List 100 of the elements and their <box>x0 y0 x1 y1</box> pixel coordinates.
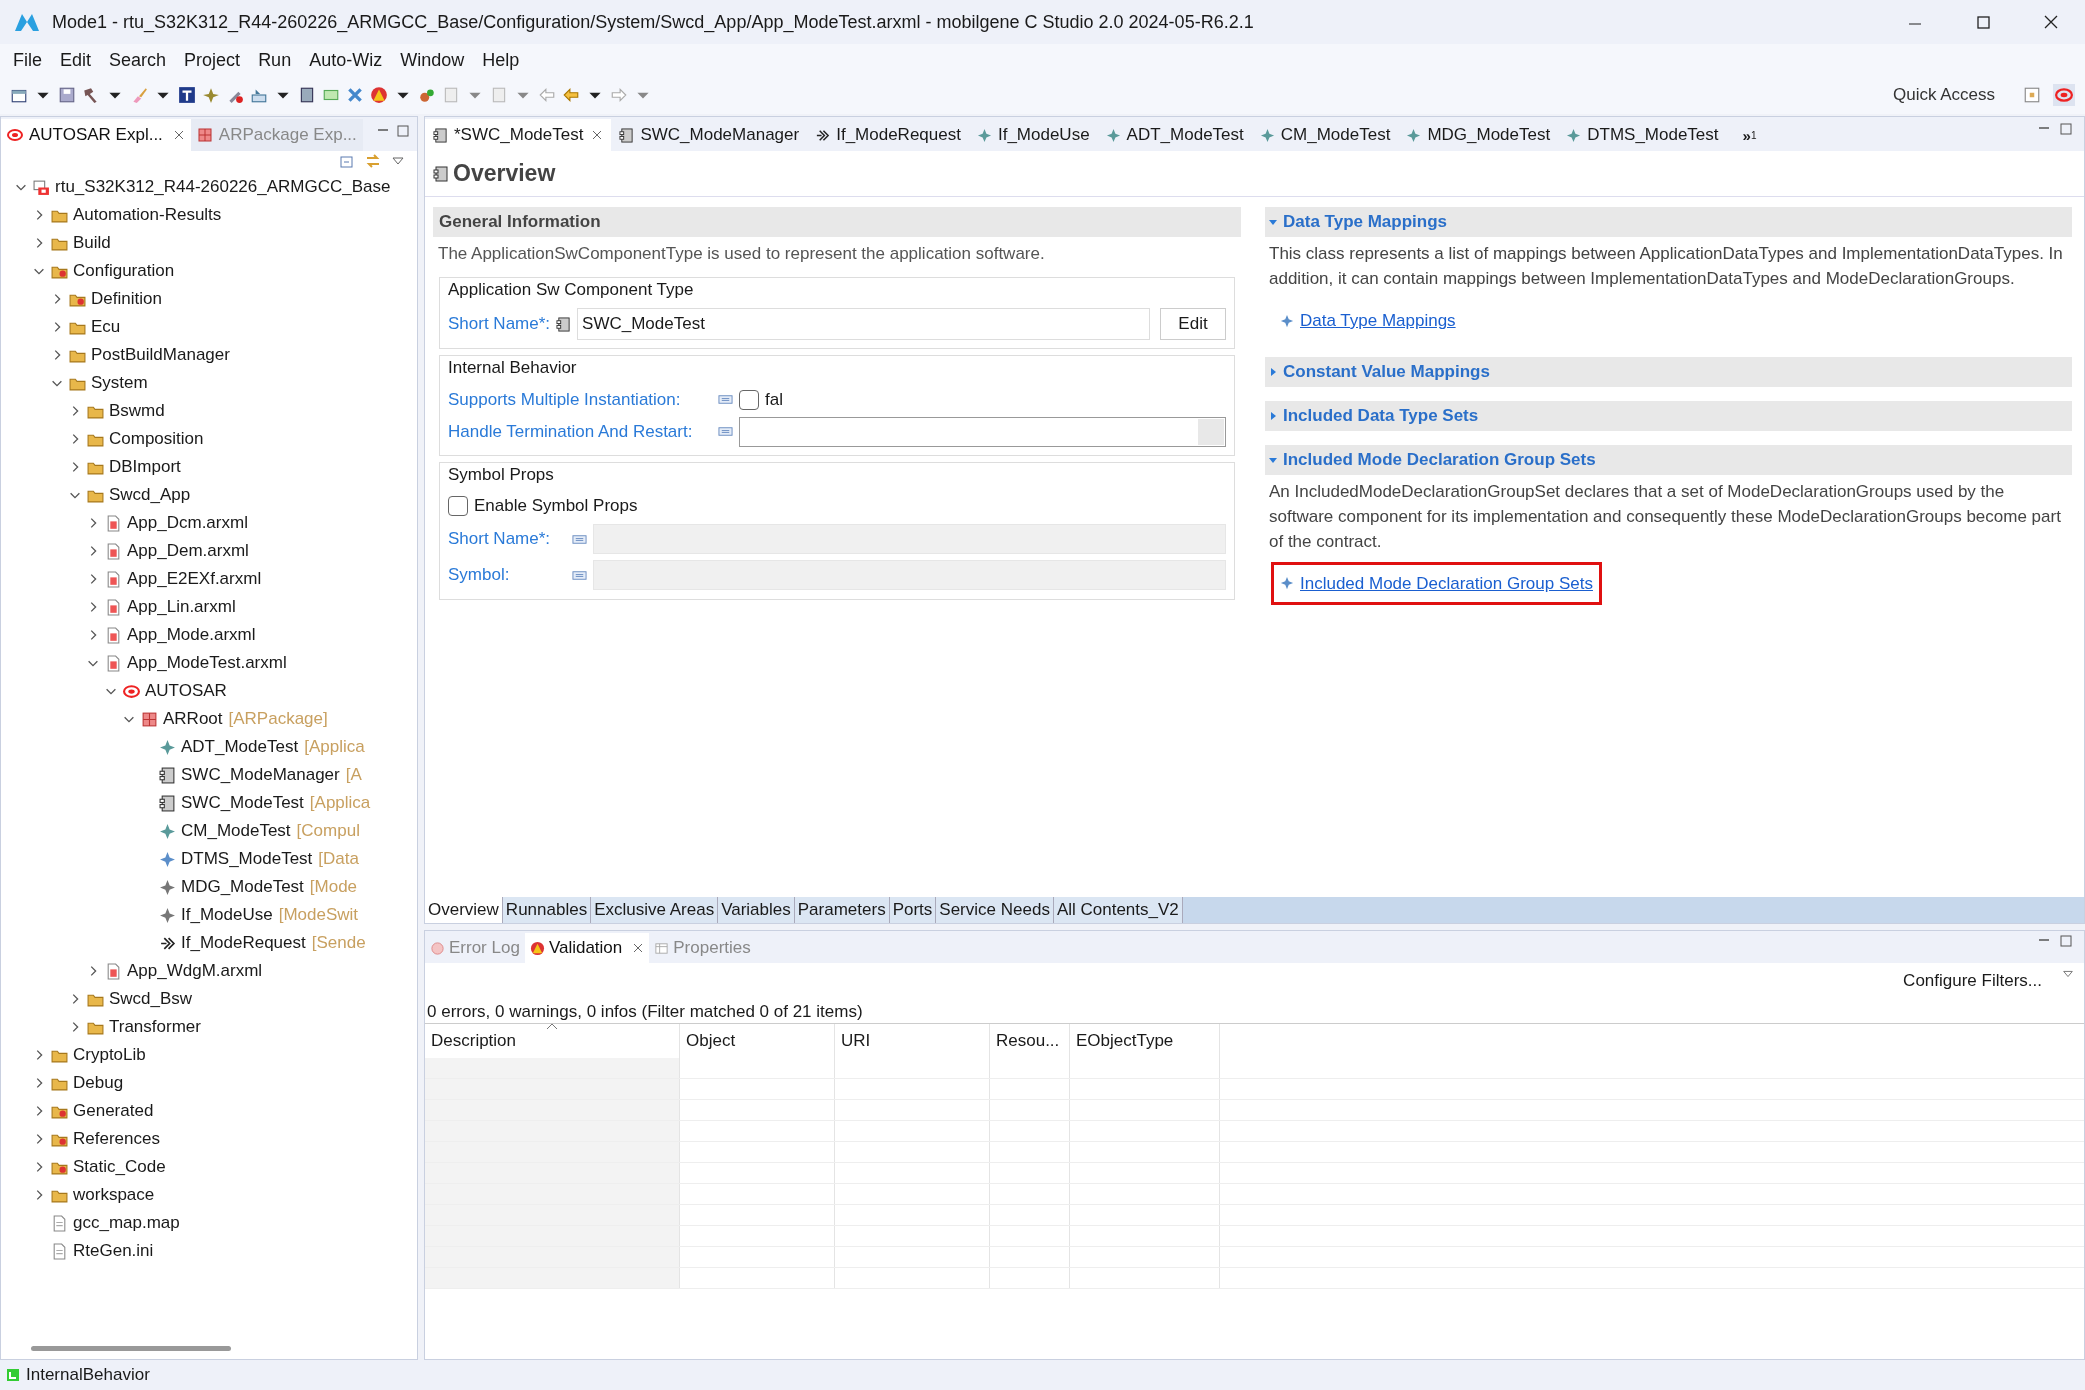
menu-item[interactable]: Auto-Wiz <box>302 44 390 76</box>
tree-item[interactable]: References <box>73 1126 160 1152</box>
group-title: Application Sw Component Type <box>448 278 695 301</box>
error-icon <box>430 940 445 956</box>
diamond-icon <box>159 822 176 840</box>
dropdown-field[interactable] <box>739 416 1226 447</box>
maximize-icon[interactable] <box>2060 935 2072 947</box>
tree-item[interactable]: SWC_ModeTest <box>181 790 304 816</box>
page-tab[interactable]: Variables <box>718 897 795 923</box>
more-tabs-button[interactable]: » <box>1742 128 1751 143</box>
short-name-field[interactable]: SWC_ModeTest <box>577 308 1150 340</box>
tree-item[interactable]: gcc_map.map <box>73 1210 180 1236</box>
menu-item[interactable]: Edit <box>53 44 99 76</box>
tree-item[interactable]: Ecu <box>91 314 121 340</box>
menu-item[interactable]: Project <box>177 44 248 76</box>
gears-icon[interactable] <box>418 86 436 104</box>
page-tab[interactable]: Runnables <box>502 897 592 923</box>
tree-item[interactable]: Swcd_App <box>109 482 191 508</box>
link[interactable]: Data Type Mappings <box>1300 308 1456 334</box>
tree-item[interactable]: App_Mode.arxml <box>127 622 256 648</box>
tree-item[interactable]: RteGen.ini <box>73 1238 154 1264</box>
tree-item[interactable]: Composition <box>109 426 204 452</box>
expand-icon[interactable] <box>1269 411 1277 420</box>
page-tab[interactable]: Exclusive Areas <box>591 897 719 923</box>
tree-item[interactable]: Build <box>73 230 111 256</box>
tree-item[interactable]: App_Dem.arxml <box>127 538 249 564</box>
checkbox[interactable] <box>739 389 759 410</box>
panel-tab[interactable]: Validation <box>524 933 650 963</box>
alert-icon[interactable] <box>370 86 388 104</box>
tree-item[interactable]: CryptoLib <box>73 1042 146 1068</box>
expand-icon[interactable] <box>1269 367 1277 376</box>
tree-item[interactable]: App_ModeTest.arxml <box>127 650 287 676</box>
tree-item[interactable]: SWC_ModeManager <box>181 762 340 788</box>
collapse-icon[interactable] <box>1269 218 1277 226</box>
tree-item[interactable]: PostBuildManager <box>91 342 230 368</box>
tree-item[interactable]: rtu_S32K312_R44-260226_ARMGCC_Base <box>55 174 391 200</box>
menu-item[interactable]: Help <box>475 44 527 76</box>
menu-item[interactable]: Run <box>251 44 299 76</box>
page-tab[interactable]: Ports <box>889 897 937 923</box>
tree-item[interactable]: Static_Code <box>73 1154 166 1180</box>
configure-filters-link[interactable]: Configure Filters... <box>1903 968 2042 994</box>
menu-item[interactable]: File <box>6 44 49 76</box>
tree-item[interactable]: App_E2EXf.arxml <box>127 566 262 592</box>
menu-item[interactable]: Window <box>393 44 472 76</box>
column-header[interactable]: EObjectType <box>1070 1024 1220 1058</box>
tree-item[interactable]: Debug <box>73 1070 124 1096</box>
tree-item[interactable]: System <box>91 370 148 396</box>
tree-item[interactable]: AUTOSAR <box>145 678 227 704</box>
tree-item[interactable]: If_ModeRequest <box>181 930 306 956</box>
tree-item[interactable]: Generated <box>73 1098 154 1124</box>
section-header[interactable]: Included Data Type Sets <box>1265 400 2072 431</box>
tree-item[interactable]: App_Lin.arxml <box>127 594 236 620</box>
module-icon[interactable] <box>298 86 316 104</box>
tree-item[interactable]: If_ModeUse <box>181 902 273 928</box>
tree-item[interactable]: Automation-Results <box>73 202 222 228</box>
horizontal-scrollbar[interactable] <box>31 1345 231 1351</box>
tree-item[interactable]: App_Dcm.arxml <box>127 510 248 536</box>
tree-item[interactable]: DBImport <box>109 454 181 480</box>
status-text: InternalBehavior <box>26 1364 150 1387</box>
column-header[interactable]: URI <box>835 1024 990 1058</box>
tree-item[interactable]: Bswmd <box>109 398 165 424</box>
sort-icon <box>546 1022 558 1030</box>
window-title: Mode1 - rtu_S32K312_R44-260226_ARMGCC_Base/Configuration/System/Swcd_App/App_ModeTest.arxml - mobilgene C Studio 2.0 2024-05-R6.2.1 <box>52 10 1255 35</box>
tree-item[interactable]: ARRoot <box>163 706 223 732</box>
diamond-icon <box>1406 127 1422 143</box>
section-header[interactable]: Included Mode Declaration Group Sets <box>1265 444 2072 475</box>
column-header[interactable]: Object <box>680 1024 835 1058</box>
perspective-icon[interactable] <box>2023 86 2041 104</box>
tree-item[interactable]: Swcd_Bsw <box>109 986 193 1012</box>
tree-item[interactable]: App_WdgM.arxml <box>127 958 263 984</box>
view-menu-icon[interactable] <box>2062 968 2074 980</box>
collapse-icon[interactable] <box>1269 455 1277 464</box>
tree-item[interactable]: Definition <box>91 286 162 312</box>
tree-item[interactable]: ADT_ModeTest <box>181 734 299 760</box>
diamond-icon <box>1280 313 1294 328</box>
sparkle-icon[interactable] <box>202 86 220 104</box>
explorer-tab[interactable]: AUTOSAR Expl... <box>1 119 191 151</box>
column-header[interactable]: Resou... <box>990 1024 1070 1058</box>
maximize-icon[interactable] <box>2060 123 2072 135</box>
tree-item[interactable]: CM_ModeTest <box>181 818 291 844</box>
maximize-icon[interactable] <box>397 125 409 137</box>
section-header[interactable]: Constant Value Mappings <box>1265 356 2072 387</box>
section-header[interactable]: Data Type Mappings <box>1265 207 2072 237</box>
autosar-perspective-icon[interactable] <box>2053 84 2075 106</box>
editor-tab[interactable]: *SWC_ModeTest <box>425 119 612 151</box>
tree-item[interactable]: workspace <box>73 1182 155 1208</box>
edit-button[interactable]: Edit <box>1160 308 1226 340</box>
page-tab[interactable]: All Contents_V2 <box>1053 897 1183 923</box>
tree-item[interactable]: Configuration <box>73 258 175 284</box>
back-icon[interactable] <box>562 86 580 104</box>
component-icon <box>433 165 449 182</box>
tree-item[interactable]: Transformer <box>109 1014 201 1040</box>
text-tool-icon[interactable] <box>178 86 196 104</box>
tree-item[interactable]: DTMS_ModeTest <box>181 846 313 872</box>
tree-item[interactable]: MDG_ModeTest <box>181 874 304 900</box>
page-tab[interactable]: Overview <box>425 897 503 923</box>
page-tab[interactable]: Service Needs <box>936 897 1054 923</box>
menu-item[interactable]: Search <box>102 44 174 76</box>
save-icon[interactable] <box>58 86 76 104</box>
page-tab[interactable]: Parameters <box>794 897 890 923</box>
